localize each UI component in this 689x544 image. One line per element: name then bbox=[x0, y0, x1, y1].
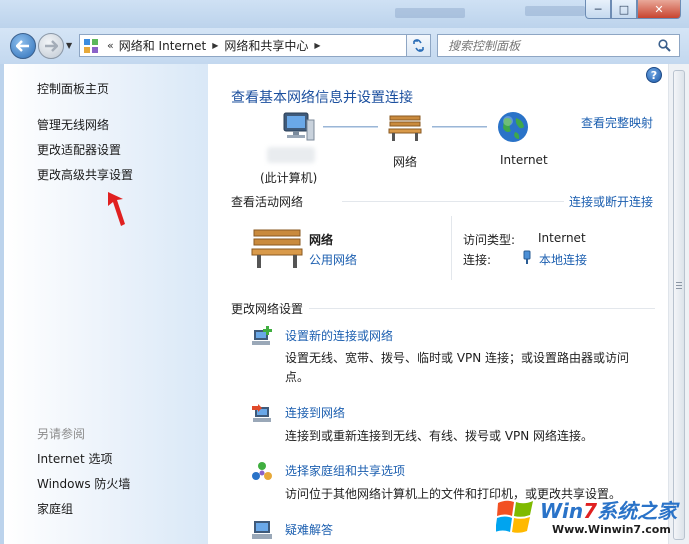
connection-line bbox=[323, 126, 378, 128]
internet-label: Internet bbox=[500, 153, 548, 167]
network-adapter-icon bbox=[523, 250, 531, 264]
public-network-bench-icon bbox=[251, 229, 303, 268]
access-type-value: Internet bbox=[538, 231, 586, 245]
connection-line bbox=[432, 126, 487, 128]
setup-new-connection-desc: 设置无线、宽带、拨号、临时或 VPN 连接；或设置路由器或访问 bbox=[285, 351, 630, 365]
troubleshoot-icon bbox=[252, 521, 272, 539]
active-networks-heading: 查看活动网络 bbox=[231, 195, 304, 209]
connect-to-network-desc: 连接到或重新连接到无线、有线、拨号或 VPN 网络连接。 bbox=[285, 429, 594, 443]
arrow-left-icon bbox=[16, 40, 29, 52]
help-icon[interactable]: ? bbox=[646, 67, 662, 83]
this-computer-label: (此计算机) bbox=[260, 171, 318, 185]
setup-new-connection-desc-cont: 点。 bbox=[285, 370, 310, 384]
internet-options-link[interactable]: Internet 选项 bbox=[37, 450, 112, 467]
recent-pages-dropdown[interactable]: ▼ bbox=[66, 41, 72, 50]
troubleshoot-link[interactable]: 疑难解答 bbox=[285, 521, 333, 538]
access-type-label: 访问类型: bbox=[463, 233, 516, 247]
scrollbar-thumb[interactable] bbox=[673, 70, 685, 540]
connection-label: 连接: bbox=[463, 253, 492, 267]
watermark-brand-win: Win bbox=[540, 499, 584, 523]
network-label: 网络 bbox=[393, 155, 418, 169]
advanced-sharing-settings-link[interactable]: 更改高级共享设置 bbox=[37, 166, 133, 183]
control-panel-icon bbox=[84, 38, 102, 53]
background-blur bbox=[525, 6, 585, 16]
see-also-heading: 另请参阅 bbox=[37, 427, 86, 441]
local-connection-link[interactable]: 本地连接 bbox=[539, 251, 587, 268]
change-adapter-settings-link[interactable]: 更改适配器设置 bbox=[37, 141, 121, 158]
arrow-right-icon bbox=[45, 40, 58, 52]
refresh-button[interactable] bbox=[406, 34, 431, 57]
red-arrow-annotation bbox=[108, 192, 125, 226]
forward-button[interactable] bbox=[38, 33, 64, 59]
window-controls: ─ □ ✕ bbox=[585, 0, 681, 20]
breadcrumb-overflow[interactable]: « bbox=[107, 39, 114, 52]
refresh-icon bbox=[413, 39, 424, 52]
windows-logo-icon bbox=[496, 500, 533, 533]
watermark-brand-rest: 系统之家 bbox=[597, 499, 678, 523]
network-name: 网络 bbox=[309, 233, 334, 247]
divider bbox=[451, 216, 452, 280]
view-full-map-link[interactable]: 查看完整映射 bbox=[581, 114, 653, 131]
address-bar[interactable]: « 网络和 Internet ▶ 网络和共享中心 ▶ ▼ bbox=[79, 34, 431, 57]
change-settings-heading: 更改网络设置 bbox=[231, 302, 304, 316]
back-button[interactable] bbox=[10, 33, 36, 59]
chevron-right-icon[interactable]: ▶ bbox=[314, 41, 320, 50]
vertical-scrollbar[interactable] bbox=[668, 64, 689, 544]
new-connection-icon bbox=[252, 326, 272, 345]
breadcrumb-network-sharing-center[interactable]: 网络和共享中心 bbox=[224, 37, 308, 54]
windows-firewall-link[interactable]: Windows 防火墙 bbox=[37, 475, 130, 492]
setup-new-connection-link[interactable]: 设置新的连接或网络 bbox=[285, 327, 393, 344]
control-panel-home-link[interactable]: 控制面板主页 bbox=[37, 80, 109, 97]
chevron-right-icon[interactable]: ▶ bbox=[212, 41, 218, 50]
network-type-link[interactable]: 公用网络 bbox=[309, 251, 357, 268]
blurred-computer-name bbox=[267, 147, 315, 163]
navigation-bar: ▼ « 网络和 Internet ▶ 网络和共享中心 ▶ ▼ bbox=[0, 28, 689, 64]
left-navigation-pane: 控制面板主页 管理无线网络 更改适配器设置 更改高级共享设置 另请参阅 Inte… bbox=[4, 64, 208, 544]
page-title: 查看基本网络信息并设置连接 bbox=[231, 90, 413, 106]
title-bar: ─ □ ✕ bbox=[0, 0, 689, 28]
breadcrumb-network-internet[interactable]: 网络和 Internet bbox=[119, 37, 206, 54]
close-button[interactable]: ✕ bbox=[637, 0, 681, 19]
watermark-brand: Win7系统之家 bbox=[540, 495, 677, 524]
maximize-button[interactable]: □ bbox=[611, 0, 637, 19]
divider bbox=[309, 308, 655, 309]
site-watermark: Win7系统之家 Www.Winwin7.com bbox=[492, 493, 686, 543]
connect-network-icon bbox=[252, 404, 271, 422]
search-box[interactable] bbox=[437, 34, 680, 57]
background-blur bbox=[395, 8, 465, 18]
globe-icon[interactable] bbox=[496, 110, 530, 144]
connect-disconnect-link[interactable]: 连接或断开连接 bbox=[569, 193, 653, 210]
homegroup-sharing-link[interactable]: 选择家庭组和共享选项 bbox=[285, 462, 405, 479]
search-input[interactable] bbox=[448, 38, 648, 53]
minimize-button[interactable]: ─ bbox=[585, 0, 611, 19]
homegroup-link[interactable]: 家庭组 bbox=[37, 500, 73, 517]
connect-to-network-link[interactable]: 连接到网络 bbox=[285, 404, 345, 421]
watermark-url: Www.Winwin7.com bbox=[552, 523, 671, 536]
divider bbox=[342, 201, 564, 202]
homegroup-sharing-icon bbox=[252, 462, 272, 480]
search-icon[interactable] bbox=[658, 39, 671, 52]
computer-icon[interactable] bbox=[281, 110, 315, 144]
watermark-brand-7: 7 bbox=[583, 499, 598, 523]
public-network-bench-icon[interactable] bbox=[388, 112, 422, 142]
manage-wireless-link[interactable]: 管理无线网络 bbox=[37, 116, 109, 133]
